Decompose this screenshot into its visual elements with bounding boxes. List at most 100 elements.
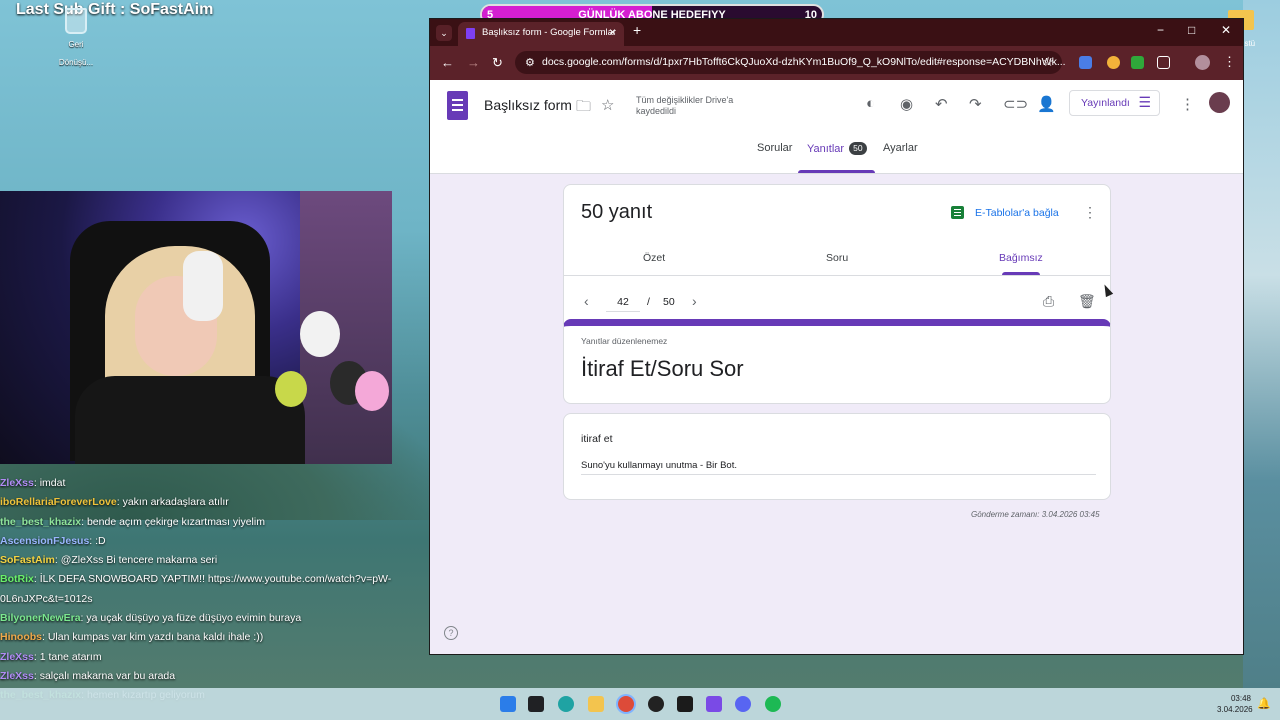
palette-icon[interactable]: ◐ — [866, 95, 875, 112]
response-count: 50 yanıt — [581, 201, 653, 223]
back-icon[interactable]: ← — [441, 55, 454, 70]
chat-username: the_best_khazix — [0, 515, 82, 528]
url-text[interactable]: docs.google.com/forms/d/1pxr7HbTofft6CkQ… — [542, 56, 1066, 68]
extension-icon[interactable] — [1107, 56, 1120, 69]
clock-date: 3.04.2026 — [1217, 705, 1253, 714]
obs-icon[interactable] — [648, 696, 664, 712]
edge-icon[interactable] — [558, 696, 574, 712]
chat-username: ZleXss — [0, 477, 34, 489]
google-forms-app: Başlıksız form 🗀 ☆ Tüm değişiklikler Dri… — [430, 80, 1243, 654]
star-icon[interactable]: ☆ — [601, 96, 614, 114]
bookmark-star-icon[interactable]: ☆ — [1042, 54, 1054, 70]
divider — [564, 275, 1110, 276]
folder-icon[interactable]: 🗀 — [576, 96, 591, 121]
chat-text: imdat — [39, 477, 66, 489]
start-icon[interactable] — [500, 696, 516, 712]
tab-responses[interactable]: Yanıtlar 50 — [807, 142, 867, 155]
last-sub-gift-title: Last Sub Gift : SoFastAim — [16, 1, 214, 18]
terminal-icon[interactable] — [677, 696, 693, 712]
extensions-puzzle-icon[interactable] — [1157, 56, 1170, 69]
help-icon[interactable]: ? — [444, 626, 458, 640]
maximize-icon[interactable]: □ — [1188, 23, 1195, 37]
chat-username: AscensionFJesus — [0, 534, 90, 547]
spotify-icon[interactable] — [765, 696, 781, 712]
omnibox[interactable]: ⚙ docs.google.com/forms/d/1pxr7HbTofft6C… — [515, 51, 1066, 74]
clock-time: 03:48 — [1230, 694, 1251, 703]
chrome-icon[interactable] — [618, 696, 634, 712]
minimize-icon[interactable]: − — [1157, 23, 1164, 37]
browser-menu-icon[interactable]: ⋮ — [1223, 54, 1236, 70]
profile-avatar[interactable] — [1195, 55, 1210, 70]
forms-header: Başlıksız form 🗀 ☆ Tüm değişiklikler Dri… — [430, 80, 1243, 174]
publish-button[interactable]: Yayınlandı ☰ — [1069, 90, 1160, 116]
browser-tab[interactable]: Başlıksız form - Google Formlar × — [458, 22, 624, 46]
trash-icon[interactable]: 🗑 — [1078, 293, 1096, 310]
pager-separator: / — [647, 296, 650, 308]
more-icon[interactable]: ⋮ — [1180, 95, 1195, 113]
chat-username: iboRellariaForeverLove — [0, 496, 117, 509]
chat-message: ZleXss: imdat — [0, 474, 440, 493]
chat-message: iboRellariaForeverLove: yakın arkadaşlar… — [0, 493, 440, 512]
user-avatar[interactable] — [1209, 92, 1230, 113]
form-name[interactable]: Başlıksız form — [484, 97, 572, 113]
responses-more-icon[interactable]: ⋮ — [1083, 204, 1097, 221]
next-response-icon[interactable]: › — [692, 293, 697, 309]
task-view-icon[interactable] — [528, 696, 544, 712]
chat-username: Hinoobs — [0, 631, 42, 644]
notification-bell-icon[interactable]: 🔔 — [1257, 697, 1271, 710]
reload-icon[interactable]: ↻ — [492, 55, 503, 71]
translate-extension-icon[interactable] — [1079, 56, 1092, 69]
forward-icon[interactable]: → — [467, 55, 480, 70]
add-person-icon[interactable]: 👤 — [1037, 95, 1056, 113]
explorer-icon[interactable] — [588, 696, 604, 712]
subtab-summary[interactable]: Özet — [643, 252, 665, 264]
chat-text: salçalı makarna var bu arada — [39, 669, 176, 682]
chat-message: AscensionFJesus: :D — [0, 532, 440, 551]
webcam-feed — [0, 191, 392, 464]
chat-message: the_best_khazix: bende açım çekirge kıza… — [0, 513, 440, 532]
link-icon[interactable]: ⊂⊃ — [1003, 95, 1028, 113]
discord-icon[interactable] — [735, 696, 751, 712]
forms-favicon-icon — [466, 28, 475, 39]
response-number-input[interactable] — [606, 293, 640, 312]
question-card: itiraf et Suno'yu kullanmayı unutma - Bi… — [563, 413, 1111, 500]
redo-icon[interactable]: ↷ — [969, 95, 982, 113]
chat-username: SoFastAim — [0, 554, 55, 567]
form-title-card: Yanıtlar düzenlenemez İtiraf Et/Soru Sor — [563, 319, 1111, 404]
tab-close-icon[interactable]: × — [609, 25, 616, 39]
tab-questions[interactable]: Sorular — [757, 142, 792, 154]
link-to-sheets-button[interactable]: E-Tablolar'a bağla — [975, 207, 1059, 219]
plush-toy — [355, 371, 389, 411]
answer-underline — [581, 474, 1096, 475]
chat-message: BotRix: İLK DEFA SNOWBOARD YAPTIM!! http… — [0, 570, 440, 609]
form-tabs: Sorular Yanıtlar 50 Ayarlar — [430, 132, 1243, 174]
subtab-individual[interactable]: Bağımsız — [999, 252, 1043, 264]
site-settings-icon[interactable]: ⚙ — [525, 56, 535, 69]
print-icon[interactable]: ⎙ — [1043, 293, 1054, 310]
close-window-icon[interactable]: ✕ — [1221, 23, 1231, 37]
chat-username: BotRix — [0, 573, 34, 586]
tab-search-icon[interactable]: ⌄ — [436, 25, 452, 41]
forms-logo-icon[interactable] — [447, 91, 468, 120]
webcam-streamer-jersey — [75, 376, 305, 464]
extension-icon[interactable] — [1131, 56, 1144, 69]
sheets-icon[interactable] — [951, 206, 964, 219]
system-clock[interactable]: 03:48 3.04.2026 — [1217, 693, 1253, 715]
eye-icon[interactable]: ◉ — [900, 95, 913, 113]
taskbar: 03:48 3.04.2026 🔔 — [0, 688, 1280, 720]
browser-window: ⌄ Başlıksız form - Google Formlar × + − … — [430, 19, 1243, 654]
tab-responses-label: Yanıtlar — [807, 143, 845, 155]
chat-message: BilyonerNewEra: ya uçak düşüyo ya füze d… — [0, 609, 440, 628]
subtab-question[interactable]: Soru — [826, 252, 848, 264]
streamlabs-icon[interactable] — [706, 696, 722, 712]
publish-label: Yayınlandı — [1081, 97, 1130, 109]
recycle-bin[interactable]: Geri Dönüşü... — [57, 8, 95, 70]
question-title: itiraf et — [581, 433, 613, 445]
previous-response-icon[interactable]: ‹ — [584, 293, 589, 309]
plush-toy — [275, 371, 307, 407]
undo-icon[interactable]: ↶ — [935, 95, 948, 113]
new-tab-icon[interactable]: + — [633, 22, 641, 38]
form-title: İtiraf Et/Soru Sor — [581, 356, 744, 381]
tab-settings[interactable]: Ayarlar — [883, 142, 918, 154]
stream-chat: ZleXss: imdat iboRellariaForeverLove: yak… — [0, 474, 440, 720]
